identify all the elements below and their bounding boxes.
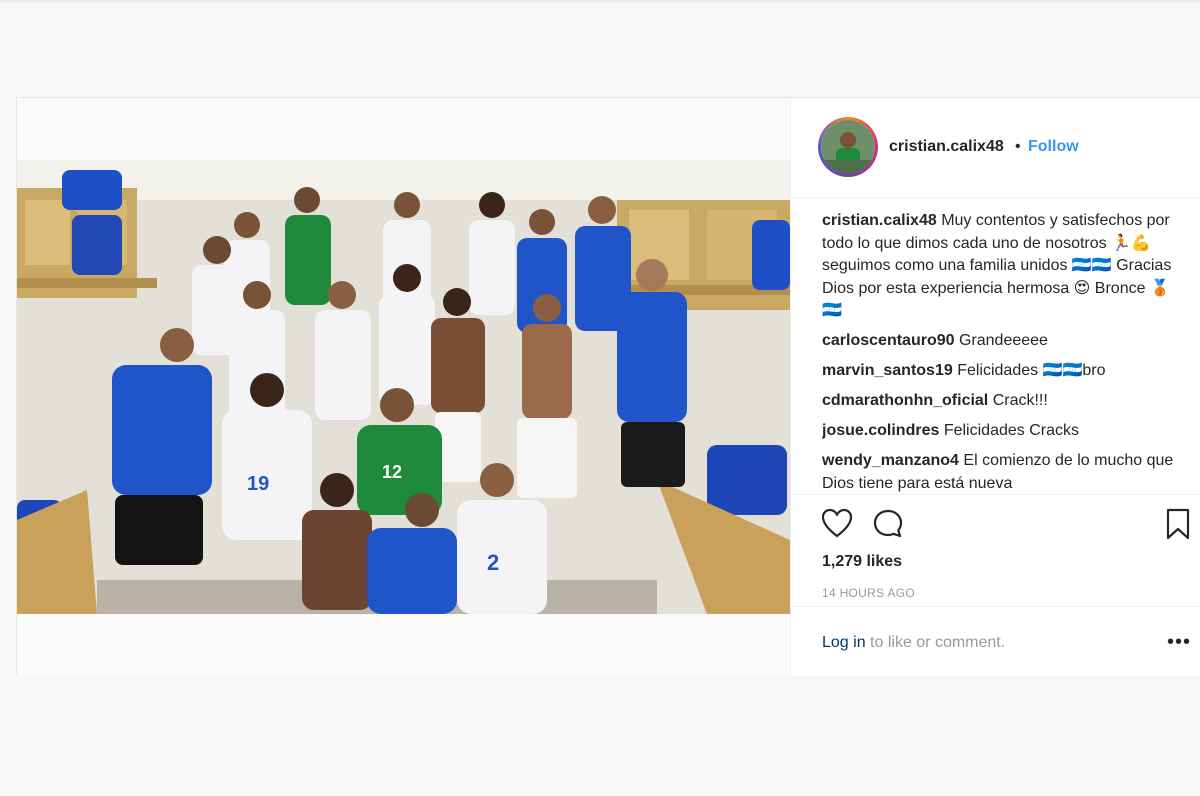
comment: wendy_manzano4 El comienzo de lo mucho q… xyxy=(822,450,1177,492)
svg-text:19: 19 xyxy=(247,473,269,495)
svg-text:2: 2 xyxy=(487,550,499,575)
comment: marvin_santos19 Felicidades 🇭🇳🇭🇳bro xyxy=(822,360,1177,383)
post-media: 19 12 2 xyxy=(17,98,790,676)
login-prompt: Log in to like or comment. xyxy=(822,634,1005,652)
bookmark-icon[interactable] xyxy=(1161,507,1195,541)
comment-username[interactable]: josue.colindres xyxy=(822,422,939,439)
avatar[interactable] xyxy=(821,120,875,174)
login-link[interactable]: Log in xyxy=(822,634,866,651)
comment-username[interactable]: marvin_santos19 xyxy=(822,362,953,379)
header-username[interactable]: cristian.calix48 xyxy=(889,138,1004,156)
more-options-icon[interactable]: ••• xyxy=(1167,631,1191,654)
instagram-post: 19 12 2 cristian.calix48 • Follow cristi… xyxy=(16,97,1200,676)
comment: cdmarathonhn_oficial Crack!!! xyxy=(822,390,1177,413)
login-prompt-text: to like or comment. xyxy=(865,634,1006,651)
comment-text: Grandeeeee xyxy=(958,332,1048,349)
follow-button[interactable]: Follow xyxy=(1028,138,1079,156)
team-photo[interactable]: 19 12 2 xyxy=(17,160,790,614)
post-header: cristian.calix48 • Follow xyxy=(791,98,1200,198)
comment-text: Felicidades 🇭🇳🇭🇳bro xyxy=(957,362,1106,379)
heart-icon[interactable] xyxy=(820,507,854,541)
comment-text: Crack!!! xyxy=(992,392,1048,409)
comment-bubble-icon[interactable] xyxy=(871,507,905,541)
svg-text:12: 12 xyxy=(382,462,402,482)
post-footer: Log in to like or comment. ••• xyxy=(791,606,1200,676)
likes-count[interactable]: 1,279 likes xyxy=(822,553,902,571)
comment: josue.colindres Felicidades Cracks xyxy=(822,420,1177,443)
comment-username[interactable]: wendy_manzano4 xyxy=(822,452,959,469)
header-separator: • xyxy=(1015,138,1021,155)
comment-username[interactable]: cristian.calix48 xyxy=(822,212,937,229)
top-divider xyxy=(0,0,1200,3)
post-timestamp[interactable]: 14 HOURS AGO xyxy=(822,586,915,600)
caption: cristian.calix48 Muy contentos y satisfe… xyxy=(822,210,1177,323)
comment-text: Felicidades Cracks xyxy=(943,422,1079,439)
post-sidebar: cristian.calix48 • Follow cristian.calix… xyxy=(790,98,1200,676)
comment: carloscentauro90 Grandeeeee xyxy=(822,330,1177,353)
avatar-story-ring[interactable] xyxy=(818,117,878,177)
comment-username[interactable]: carloscentauro90 xyxy=(822,332,955,349)
comments-list[interactable]: cristian.calix48 Muy contentos y satisfe… xyxy=(822,210,1177,492)
post-actions: 1,279 likes 14 HOURS AGO xyxy=(791,494,1200,624)
comment-username[interactable]: cdmarathonhn_oficial xyxy=(822,392,988,409)
